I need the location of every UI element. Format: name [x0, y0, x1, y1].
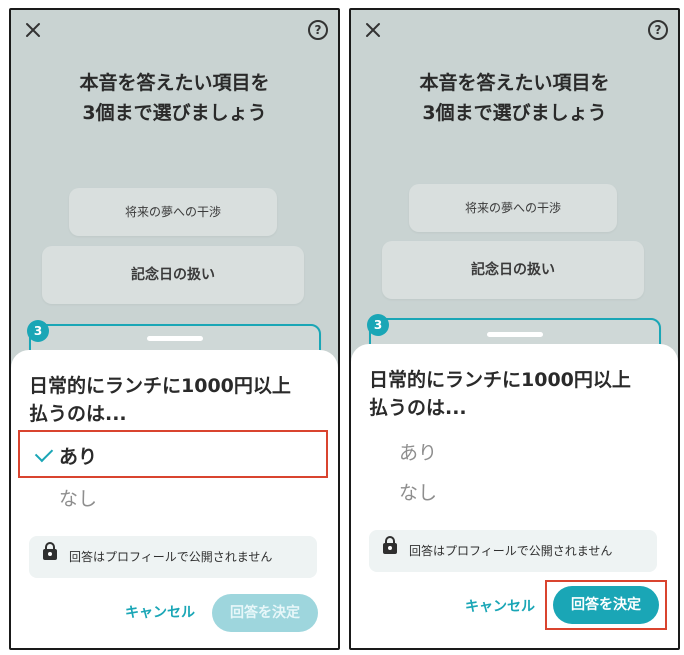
page-title: 本音を答えたい項目を 3個まで選びましょう — [79, 72, 270, 124]
privacy-notice: 回答はプロフィールで公開されません — [29, 536, 317, 578]
cancel-button[interactable]: キャンセル — [125, 594, 195, 632]
privacy-notice-text: 回答はプロフィールで公開されません — [409, 544, 613, 558]
right-screen: ? 本音を答えたい項目を 3個まで選びましょう 将来の夢への干渉 記念日の扱い … — [349, 8, 680, 650]
option-nashi[interactable]: なし — [399, 478, 437, 505]
help-icon[interactable]: ? — [308, 20, 328, 40]
question-text: 日常的にランチに1000円以上 払うのは... — [29, 375, 291, 425]
privacy-notice-text: 回答はプロフィールで公開されません — [69, 550, 273, 564]
topic-card-anniversary[interactable]: 記念日の扱い — [382, 241, 644, 299]
sheet-handle[interactable] — [147, 336, 203, 341]
cancel-button[interactable]: キャンセル — [465, 588, 535, 626]
topic-card-dream[interactable]: 将来の夢への干渉 — [409, 184, 617, 232]
option-ari[interactable]: あり — [59, 442, 97, 469]
privacy-notice: 回答はプロフィールで公開されません — [369, 530, 657, 572]
submit-button[interactable]: 回答を決定 — [553, 586, 659, 624]
topic-card-anniversary[interactable]: 記念日の扱い — [42, 246, 304, 304]
lock-icon — [43, 542, 57, 560]
page-title: 本音を答えたい項目を 3個まで選びましょう — [419, 72, 610, 124]
question-sheet: 日常的にランチに1000円以上 払うのは... あり なし 回答はプロフィールで… — [11, 336, 338, 648]
lock-icon — [383, 536, 397, 554]
selection-number-badge: 3 — [27, 320, 49, 342]
option-ari[interactable]: あり — [399, 438, 437, 465]
selection-number-badge: 3 — [367, 314, 389, 336]
sheet-handle[interactable] — [487, 332, 543, 337]
question-sheet: 日常的にランチに1000円以上 払うのは... あり なし 回答はプロフィールで… — [351, 332, 678, 648]
question-text: 日常的にランチに1000円以上 払うのは... — [369, 369, 631, 419]
close-icon[interactable] — [23, 20, 43, 40]
topic-card-dream[interactable]: 将来の夢への干渉 — [69, 188, 277, 236]
option-nashi[interactable]: なし — [59, 484, 97, 511]
left-screen: ? 本音を答えたい項目を 3個まで選びましょう 将来の夢への干渉 記念日の扱い … — [9, 8, 340, 650]
help-icon[interactable]: ? — [648, 20, 668, 40]
submit-button[interactable]: 回答を決定 — [212, 594, 318, 632]
close-icon[interactable] — [363, 20, 383, 40]
